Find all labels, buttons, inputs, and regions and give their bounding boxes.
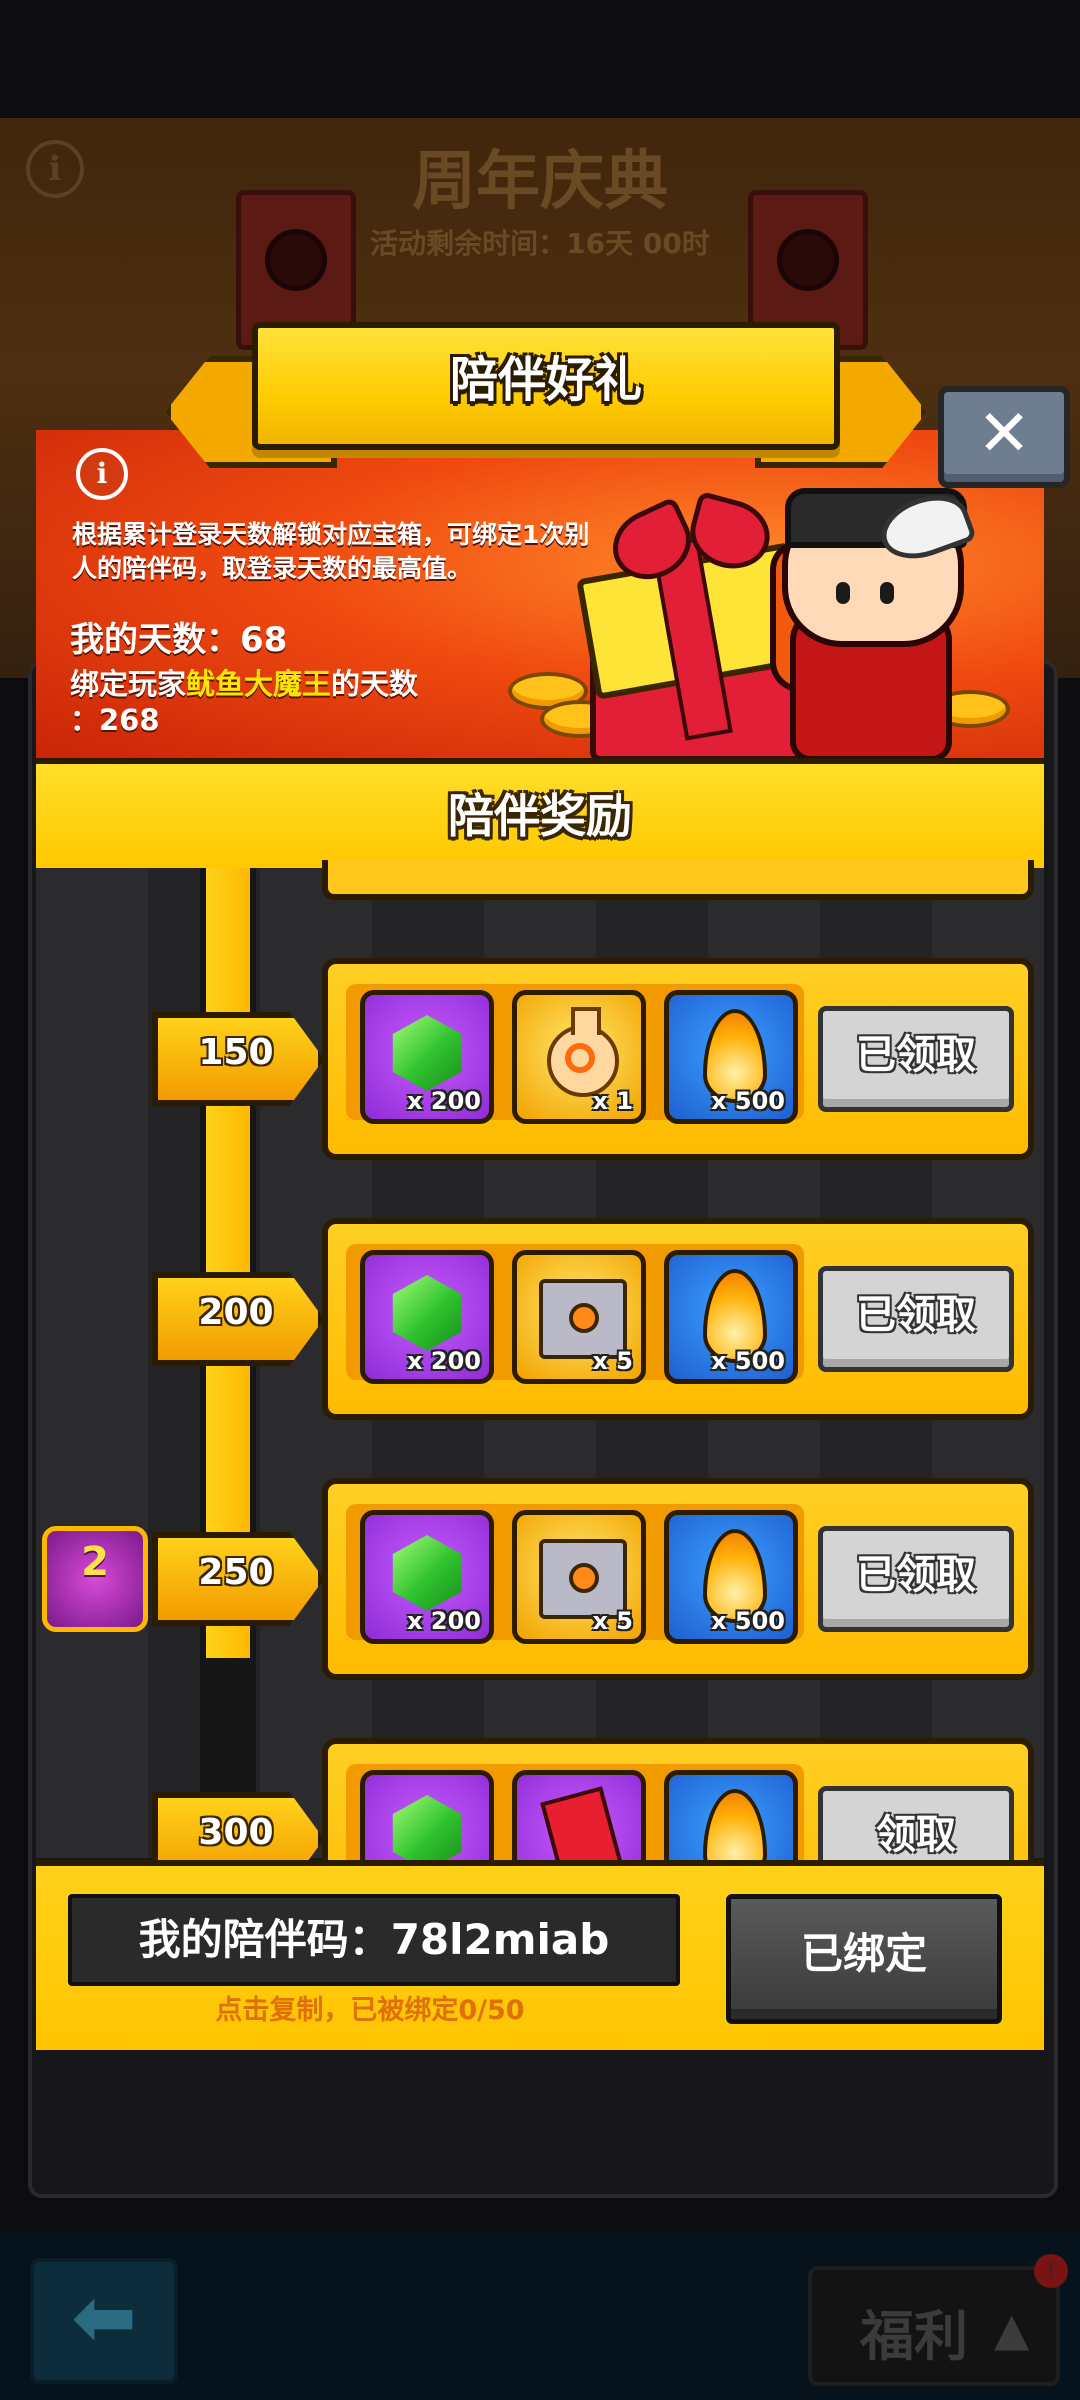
reward-item-qty: x 500 [711,1607,785,1635]
reward-item-slot[interactable]: x 200 [360,990,494,1124]
reward-item-slot[interactable]: x 200 [360,1510,494,1644]
tier-day-value: 300 [198,1812,274,1853]
reward-item-slot[interactable]: x 500 [664,990,798,1124]
reward-item-qty: x 5 [592,1347,633,1375]
welfare-label: 福利 [860,2305,968,2368]
event-timer: 活动剩余时间：16天 00时 [370,227,710,260]
tier-day-value: 250 [198,1552,274,1593]
character-eye [836,582,850,604]
info-icon[interactable]: i [76,448,128,500]
tier-day-tag: 250 [152,1532,324,1626]
reward-item-slot[interactable]: x 500 [664,1250,798,1384]
copy-hint: 点击复制，已被绑定0/50 [215,1995,525,2026]
reward-item-qty: x 200 [407,1607,481,1635]
bound-button[interactable]: 已绑定 [726,1894,1002,2024]
reward-item-slot[interactable]: x 500 [664,1510,798,1644]
dialog-title: 陪伴好礼 [449,352,642,408]
bound-suffix: 的天数 [331,667,419,701]
my-days-label: 我的天数： [70,620,240,660]
reward-item-slot[interactable]: x 5 [512,1510,646,1644]
badge-number: 2 [81,1539,109,1585]
reward-item-qty: x 5 [592,1607,633,1635]
background-info-icon: i [26,140,84,198]
chevron-up-icon: ▲ [994,2302,1030,2356]
reward-card-partial [322,860,1034,900]
tier-day-value: 200 [198,1292,274,1333]
welfare-button[interactable]: 福利 ▲ [808,2266,1060,2386]
code-label: 我的陪伴码： [138,1915,391,1964]
reward-item-qty: x 200 [407,1347,481,1375]
character-eye [880,582,894,604]
claimed-button[interactable]: 已领取 [818,1526,1014,1632]
reward-item-slot[interactable]: x 1 [512,990,646,1124]
claimed-button[interactable]: 已领取 [818,1006,1014,1112]
tier-day-tag: 150 [152,1012,324,1106]
green-gem-icon [392,1015,462,1091]
code-value: 78l2miab [390,1915,610,1964]
claimed-button[interactable]: 已领取 [818,1266,1014,1372]
bound-prefix: 绑定玩家 [70,667,187,701]
bound-player-days: 绑定玩家鱿鱼大魔王的天数 ：268 [70,666,490,738]
reward-item-qty: x 200 [407,1087,481,1115]
alert-badge: ! [1034,2254,1068,2288]
anniversary-badge[interactable]: 2 [42,1526,148,1632]
bound-days-value: ：268 [70,703,160,737]
tier-day-tag: 200 [152,1272,324,1366]
green-gem-icon [392,1275,462,1351]
reward-item-slot[interactable]: x 5 [512,1250,646,1384]
tier-day-value: 150 [198,1032,274,1073]
section-title: 陪伴奖励 [448,789,632,843]
reward-item-qty: x 500 [711,1087,785,1115]
green-gem-icon [392,1535,462,1611]
my-days: 我的天数：68 [70,612,287,661]
companion-code-box[interactable]: 我的陪伴码：78l2miab [68,1894,680,1986]
bound-player-name: 鱿鱼大魔王 [186,667,332,701]
back-button[interactable]: ⬅ [30,2258,178,2384]
my-days-value: 68 [240,620,288,660]
dialog-description: 根据累计登录天数解锁对应宝箱，可绑定1次别人的陪伴码，取登录天数的最高值。 [72,520,590,583]
reward-item-qty: x 500 [711,1347,785,1375]
event-title: 周年庆典 [412,145,668,219]
reward-item-slot[interactable]: x 200 [360,1250,494,1384]
close-button[interactable]: ✕ [938,386,1070,488]
reward-item-qty: x 1 [592,1087,633,1115]
